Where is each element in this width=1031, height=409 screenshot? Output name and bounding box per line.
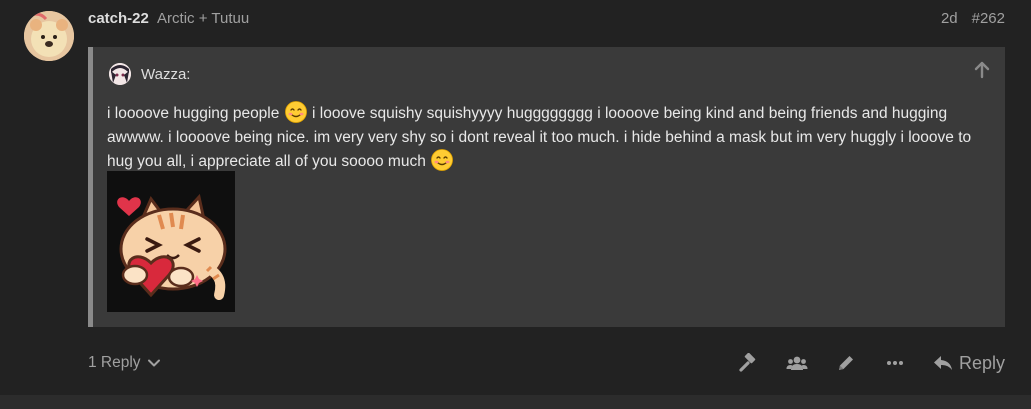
post: catch-22 Arctic + Tutuu 2d #262 Wazza: i… bbox=[0, 0, 1031, 395]
user-avatar[interactable] bbox=[24, 11, 74, 61]
quote-author: Wazza: bbox=[141, 65, 191, 83]
plush-avatar-icon bbox=[24, 11, 74, 61]
chevron-down-icon bbox=[147, 359, 160, 367]
more-options-button[interactable] bbox=[883, 350, 907, 376]
post-actions: Reply bbox=[711, 350, 1005, 376]
username[interactable]: catch-22 bbox=[88, 10, 149, 27]
post-age[interactable]: 2d bbox=[941, 10, 958, 27]
quote-author-avatar bbox=[109, 63, 131, 85]
admin-hammer-button[interactable] bbox=[736, 350, 760, 376]
post-info: 2d #262 bbox=[941, 10, 1005, 27]
reply-arrow-icon bbox=[933, 356, 952, 370]
go-to-quoted-post-icon[interactable] bbox=[973, 61, 991, 79]
quote-text-part-1: i loooove hugging people bbox=[107, 105, 280, 122]
post-number[interactable]: #262 bbox=[972, 10, 1005, 27]
smiling-face-emoji-icon bbox=[284, 101, 307, 123]
group-icon bbox=[786, 356, 808, 370]
anime-avatar-icon bbox=[109, 63, 131, 85]
reply-button[interactable]: Reply bbox=[933, 353, 1005, 374]
show-replies-button[interactable]: 1 Reply bbox=[88, 354, 161, 372]
more-icon bbox=[886, 361, 903, 365]
smiling-face-emoji-icon bbox=[431, 149, 454, 171]
hammer-icon bbox=[739, 353, 756, 372]
quote-title[interactable]: Wazza: bbox=[109, 63, 190, 85]
post-meta: catch-22 Arctic + Tutuu bbox=[88, 10, 249, 32]
quote-text: i loooove hugging people i looove squish… bbox=[107, 101, 997, 174]
next-post-divider bbox=[0, 395, 1031, 409]
pencil-icon bbox=[838, 356, 853, 370]
cat-hugging-heart-sticker[interactable] bbox=[107, 171, 235, 312]
group-button[interactable] bbox=[785, 350, 809, 376]
full-name: Arctic + Tutuu bbox=[157, 10, 250, 27]
quote-block: Wazza: i loooove hugging people i looove… bbox=[88, 47, 1005, 327]
reply-label: Reply bbox=[958, 352, 1005, 373]
replies-label: 1 Reply bbox=[88, 354, 141, 371]
edit-button[interactable] bbox=[834, 350, 858, 376]
